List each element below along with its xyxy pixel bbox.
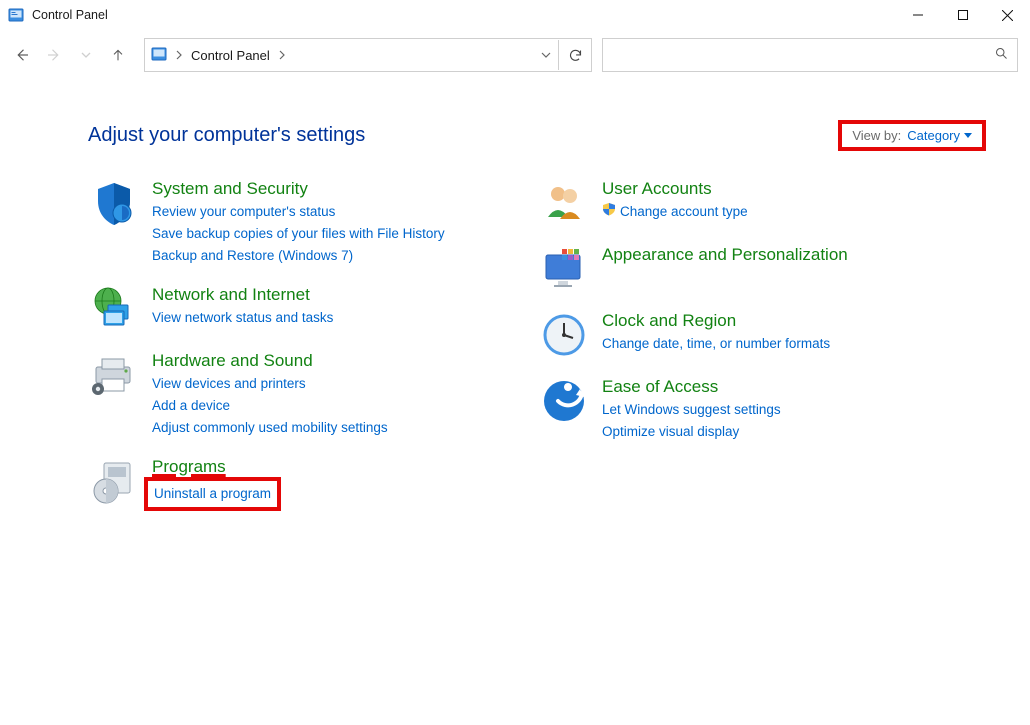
category-hardware-sound: Hardware and Sound View devices and prin…: [90, 351, 510, 439]
ease-of-access-icon: [540, 377, 588, 425]
category-network-internet: Network and Internet View network status…: [90, 285, 510, 333]
category-clock-region: Clock and Region Change date, time, or n…: [540, 311, 960, 359]
control-panel-title-icon: [8, 7, 24, 23]
chevron-right-icon[interactable]: [278, 47, 286, 63]
change-account-type-link[interactable]: Change account type: [602, 201, 748, 223]
breadcrumb-label: Control Panel: [191, 48, 270, 63]
programs-heading[interactable]: Programs: [152, 457, 281, 477]
page-title: Adjust your computer's settings: [88, 124, 365, 147]
printer-hardware-icon: [90, 351, 138, 399]
content: System and Security Review your computer…: [0, 159, 1030, 531]
address-bar[interactable]: Control Panel: [144, 38, 592, 72]
globe-network-icon: [90, 285, 138, 333]
change-date-time-formats-link[interactable]: Change date, time, or number formats: [602, 333, 830, 355]
category-appearance-personalization: Appearance and Personalization: [540, 245, 960, 293]
breadcrumb-segment[interactable]: Control Panel: [191, 48, 270, 63]
chevron-right-icon[interactable]: [175, 47, 183, 63]
ease-of-access-heading[interactable]: Ease of Access: [602, 377, 781, 397]
user-accounts-icon: [540, 179, 588, 227]
window-title: Control Panel: [32, 8, 108, 22]
navbar: Control Panel: [0, 30, 1030, 80]
heading-row: Adjust your computer's settings View by:…: [0, 80, 1030, 159]
backup-restore-win7-link[interactable]: Backup and Restore (Windows 7): [152, 245, 445, 267]
view-devices-printers-link[interactable]: View devices and printers: [152, 373, 388, 395]
clock-region-heading[interactable]: Clock and Region: [602, 311, 830, 331]
category-programs: Programs Uninstall a program: [90, 457, 510, 511]
chevron-down-icon: [964, 132, 972, 140]
let-windows-suggest-settings-link[interactable]: Let Windows suggest settings: [602, 399, 781, 421]
clock-icon: [540, 311, 588, 359]
control-panel-address-icon: [151, 46, 167, 65]
window-controls: [895, 0, 1030, 30]
mobility-settings-link[interactable]: Adjust commonly used mobility settings: [152, 417, 388, 439]
optimize-visual-display-link[interactable]: Optimize visual display: [602, 421, 781, 443]
network-internet-heading[interactable]: Network and Internet: [152, 285, 333, 305]
view-network-status-link[interactable]: View network status and tasks: [152, 307, 333, 329]
forward-button[interactable]: [44, 45, 64, 65]
uac-shield-icon: [602, 201, 616, 223]
view-by-selector[interactable]: View by: Category: [838, 120, 986, 151]
close-button[interactable]: [985, 0, 1030, 30]
nav-arrows: [12, 45, 128, 65]
recent-locations-button[interactable]: [76, 45, 96, 65]
maximize-button[interactable]: [940, 0, 985, 30]
titlebar-left: Control Panel: [8, 7, 108, 23]
shield-icon: [90, 179, 138, 227]
category-user-accounts: User Accounts Change account type: [540, 179, 960, 227]
search-input[interactable]: [602, 38, 1018, 72]
right-column: User Accounts Change account type: [540, 179, 960, 511]
file-history-backup-link[interactable]: Save backup copies of your files with Fi…: [152, 223, 445, 245]
titlebar: Control Panel: [0, 0, 1030, 30]
refresh-button[interactable]: [558, 40, 591, 70]
search-icon: [994, 46, 1009, 64]
minimize-button[interactable]: [895, 0, 940, 30]
left-column: System and Security Review your computer…: [90, 179, 510, 511]
user-accounts-heading[interactable]: User Accounts: [602, 179, 748, 199]
hardware-sound-heading[interactable]: Hardware and Sound: [152, 351, 388, 371]
category-ease-of-access: Ease of Access Let Windows suggest setti…: [540, 377, 960, 443]
monitor-appearance-icon: [540, 245, 588, 293]
view-by-value[interactable]: Category: [907, 128, 972, 143]
up-button[interactable]: [108, 45, 128, 65]
programs-disc-box-icon: [90, 457, 138, 505]
category-system-security: System and Security Review your computer…: [90, 179, 510, 267]
system-security-heading[interactable]: System and Security: [152, 179, 445, 199]
review-computer-status-link[interactable]: Review your computer's status: [152, 201, 445, 223]
back-button[interactable]: [12, 45, 32, 65]
add-a-device-link[interactable]: Add a device: [152, 395, 388, 417]
uninstall-a-program-link[interactable]: Uninstall a program: [154, 483, 271, 505]
appearance-personalization-heading[interactable]: Appearance and Personalization: [602, 245, 848, 265]
address-history-dropdown[interactable]: [533, 40, 558, 70]
view-by-label: View by:: [852, 128, 901, 143]
